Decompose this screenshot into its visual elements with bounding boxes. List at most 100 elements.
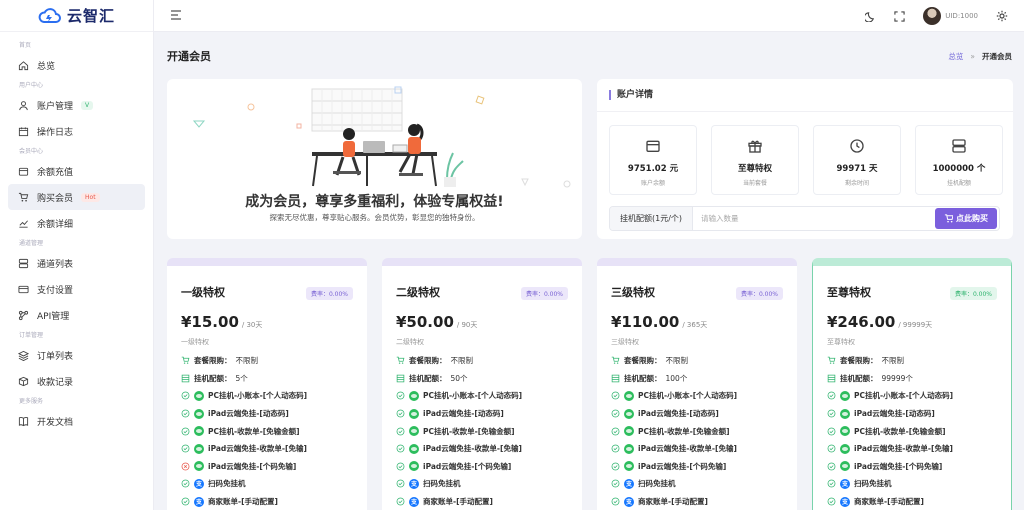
feature-text: PC挂机-收款单-[免输金额] bbox=[423, 426, 515, 436]
wechat-icon bbox=[624, 443, 634, 454]
check-circle-icon bbox=[827, 444, 836, 453]
server-icon bbox=[952, 139, 966, 153]
check-circle-icon bbox=[827, 427, 836, 436]
price-period: / 99999天 bbox=[898, 321, 933, 329]
card-icon bbox=[18, 285, 29, 293]
plan-price: ¥246.00/ 99999天 bbox=[827, 313, 932, 331]
server-icon bbox=[18, 258, 29, 268]
buy-button-label: 点此购买 bbox=[956, 214, 988, 223]
check-circle-icon bbox=[611, 497, 620, 506]
account-title: 账户详情 bbox=[609, 90, 653, 100]
wechat-icon bbox=[840, 390, 850, 401]
breadcrumb-separator: » bbox=[970, 51, 975, 61]
fullscreen-icon[interactable] bbox=[894, 10, 905, 22]
limit-label: 套餐限购： bbox=[194, 356, 232, 366]
wechat-icon bbox=[840, 461, 850, 472]
sidebar-nav: 首页 总览 用户中心 账户管理 V 操作日志 会员中心 余额充值 购买会员 Hot 余额详细 通道管理… bbox=[0, 32, 153, 434]
plan-name: 一级特权 bbox=[181, 286, 225, 299]
feature-row: iPad云端免挂-[个码免输] bbox=[827, 458, 1003, 476]
feature-text: iPad云端免挂-收款单-[免输] bbox=[854, 444, 953, 454]
plan-card[interactable]: 至尊特权 费率：0.00% ¥246.00/ 99999天 至尊特权 套餐限购： 不限制挂… bbox=[812, 258, 1012, 510]
quota-input[interactable] bbox=[693, 214, 935, 223]
price-value: ¥246.00 bbox=[827, 313, 896, 331]
logo[interactable]: 云智汇 bbox=[0, 0, 153, 32]
sidebar-section-title: 用户中心 bbox=[19, 82, 44, 89]
rate-badge: 费率：0.00% bbox=[305, 287, 353, 300]
wechat-icon bbox=[409, 408, 419, 419]
feature-text: PC挂机-小账本-[个人动态码] bbox=[423, 391, 523, 401]
sidebar-item[interactable]: 支付设置 bbox=[8, 276, 145, 302]
layers-icon bbox=[18, 350, 29, 361]
sidebar-item[interactable]: 账户管理 V bbox=[8, 92, 145, 118]
price-value: ¥50.00 bbox=[396, 313, 454, 331]
sidebar-item[interactable]: 通道列表 bbox=[8, 250, 145, 276]
feature-text: 商家账单-[手动配置] bbox=[208, 497, 278, 507]
stat-value: 1000000 个 bbox=[932, 164, 986, 174]
sidebar-item[interactable]: 收款记录 bbox=[8, 368, 145, 394]
title-row: 开通会员 总览 » 开通会员 bbox=[167, 46, 1012, 66]
feature-row: PC挂机-小账本-[个人动态码] bbox=[611, 387, 789, 405]
feature-row: iPad云端免挂-收款单-[免输] bbox=[611, 440, 789, 458]
account-stats: 9751.02 元账户余额 至尊特权 当前套餐 99971 天剩余时间 1000000 … bbox=[609, 125, 1003, 195]
feature-row: 支商家账单-[手动配置] bbox=[396, 493, 574, 510]
wechat-icon bbox=[409, 390, 419, 401]
feature-row: 支商家账单-[手动配置] bbox=[827, 493, 1003, 510]
alipay-icon: 支 bbox=[409, 496, 419, 507]
feature-text: iPad云端免挂-[个码免输] bbox=[423, 461, 512, 471]
sidebar-item[interactable]: API管理 bbox=[8, 302, 145, 328]
check-circle-icon bbox=[181, 427, 190, 436]
quota-row: 挂机配额： 100个 bbox=[611, 370, 789, 388]
cart-icon bbox=[944, 214, 953, 223]
plan-card[interactable]: 一级特权 费率：0.00% ¥15.00/ 30天 一级特权 套餐限购： 不限制 挂机配额：… bbox=[167, 258, 367, 510]
quota-label: 挂机配额： bbox=[194, 373, 232, 383]
sidebar-item[interactable]: 开发文档 bbox=[8, 408, 145, 434]
quota-purchase-bar: 挂机配额(1元/个) 点此购买 bbox=[609, 206, 1000, 231]
limit-label: 套餐限购： bbox=[409, 356, 447, 366]
hero-headline: 成为会员，尊享多重福利，体验专属权益! bbox=[245, 194, 504, 210]
sidebar-section-title: 订单管理 bbox=[19, 332, 44, 339]
stat-value: 9751.02 元 bbox=[627, 164, 679, 174]
quota-value: 99999个 bbox=[881, 373, 913, 383]
plan-card[interactable]: 二级特权 费率：0.00% ¥50.00/ 90天 二级特权 套餐限购： 不限制 挂机配额：… bbox=[382, 258, 582, 510]
cart-icon bbox=[611, 357, 620, 365]
feature-row: 支扫码免挂机 bbox=[827, 475, 1003, 493]
stat-value: 至尊特权 bbox=[737, 164, 772, 174]
buy-button[interactable]: 点此购买 bbox=[935, 208, 997, 229]
feature-text: iPad云端免挂-[个码免输] bbox=[208, 461, 297, 471]
price-period: / 30天 bbox=[241, 321, 263, 329]
sidebar-item[interactable]: 余额详细 bbox=[8, 210, 145, 236]
feature-text: 扫码免挂机 bbox=[854, 479, 892, 489]
breadcrumb-home[interactable]: 总览 bbox=[948, 51, 963, 62]
book-icon bbox=[18, 416, 29, 426]
list-icon bbox=[827, 374, 836, 383]
feature-row: iPad云端免挂-[个码免输] bbox=[611, 458, 789, 476]
home-icon bbox=[18, 60, 29, 70]
sidebar-item[interactable]: 订单列表 bbox=[8, 342, 145, 368]
plan-name: 三级特权 bbox=[611, 286, 655, 299]
plan-card[interactable]: 三级特权 费率：0.00% ¥110.00/ 365天 三级特权 套餐限购： 不限制 挂机配… bbox=[597, 258, 797, 510]
user-id[interactable]: UID:1000 bbox=[945, 12, 978, 20]
plan-name: 至尊特权 bbox=[827, 286, 871, 299]
feature-row: iPad云端免挂-[动态码] bbox=[611, 405, 789, 423]
limit-value: 不限制 bbox=[881, 356, 905, 366]
feature-row: iPad云端免挂-[个码免输] bbox=[396, 458, 574, 476]
menu-toggle-icon[interactable] bbox=[170, 10, 182, 20]
feature-row: 支扫码免挂机 bbox=[396, 475, 574, 493]
sidebar-section-title: 通道管理 bbox=[19, 240, 44, 247]
sidebar-item[interactable]: 总览 bbox=[8, 52, 145, 78]
plan-features: 套餐限购： 不限制 挂机配额： 100个 PC挂机-小账本-[个人动态码] iPad云端免… bbox=[611, 352, 789, 510]
wechat-icon bbox=[194, 443, 204, 454]
feature-text: iPad云端免挂-收款单-[免输] bbox=[638, 444, 737, 454]
wallet-icon bbox=[18, 167, 29, 176]
sidebar-item[interactable]: 购买会员 Hot bbox=[8, 184, 145, 210]
sidebar-item-label: 总览 bbox=[37, 61, 56, 72]
sidebar-item[interactable]: 余额充值 bbox=[8, 158, 145, 184]
dark-mode-icon[interactable] bbox=[865, 11, 876, 22]
sidebar-item[interactable]: 操作日志 bbox=[8, 118, 145, 144]
plan-features: 套餐限购： 不限制 挂机配额： 5个 PC挂机-小账本-[个人动态码] iPad云端免挂-… bbox=[181, 352, 359, 510]
wechat-icon bbox=[194, 408, 204, 419]
gear-icon[interactable] bbox=[996, 10, 1008, 22]
wechat-icon bbox=[194, 461, 204, 472]
avatar[interactable] bbox=[923, 7, 942, 25]
check-circle-icon bbox=[396, 409, 405, 418]
